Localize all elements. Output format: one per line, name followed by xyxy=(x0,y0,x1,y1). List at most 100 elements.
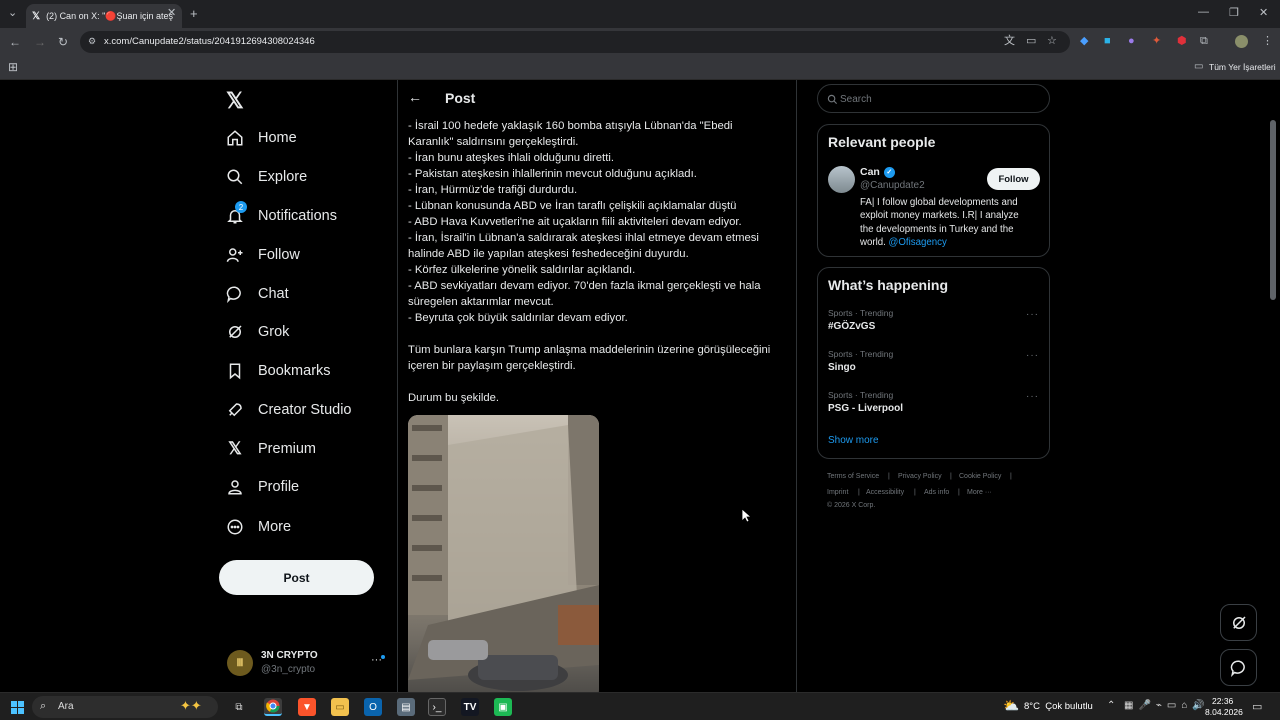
weather-text[interactable]: 8°C Çok bulutlu xyxy=(1024,701,1093,712)
clock-time[interactable]: 22:36 xyxy=(1212,696,1233,706)
footer-separator: | xyxy=(1010,473,1012,480)
footer-separator: | xyxy=(858,489,860,496)
footer-link[interactable]: More ··· xyxy=(967,489,992,496)
sidebar-item-chat[interactable]: Chat xyxy=(224,279,289,309)
minimize-icon[interactable]: — xyxy=(1198,7,1209,18)
account-switcher[interactable]: Ⅲ 3N CRYPTO @3n_crypto ··· xyxy=(227,650,387,680)
all-bookmarks-link[interactable]: Tüm Yer İşaretleri xyxy=(1209,62,1276,72)
bio-mention-link[interactable]: @Ofisagency xyxy=(889,237,947,248)
sidebar-item-follow[interactable]: Follow xyxy=(224,240,300,270)
grok-float-button[interactable] xyxy=(1220,604,1257,641)
card-title: Relevant people xyxy=(828,134,936,150)
sidebar-item-premium[interactable]: 𝕏 Premium xyxy=(224,434,316,464)
follow-button[interactable]: Follow xyxy=(987,168,1040,190)
trend-item[interactable]: Sports · Trending Singo ··· xyxy=(818,347,1049,383)
reload-icon[interactable]: ↻ xyxy=(58,36,68,48)
extension-icon-2[interactable]: ■ xyxy=(1104,36,1111,47)
tweet-line: - İran bunu ateşkes ihlali olduğunu dire… xyxy=(408,152,614,164)
footer-link[interactable]: Accessibility xyxy=(866,489,904,496)
close-tab-icon[interactable]: ✕ xyxy=(167,8,176,19)
avatar[interactable] xyxy=(828,166,855,193)
cast-icon[interactable]: ▭ xyxy=(1026,36,1036,47)
clock-date[interactable]: 8.04.2026 xyxy=(1205,707,1243,717)
page-scrollbar[interactable] xyxy=(1270,120,1276,300)
rocket-icon xyxy=(224,399,246,421)
x-logo-icon[interactable]: 𝕏 xyxy=(226,88,244,114)
trend-more-icon[interactable]: ··· xyxy=(1026,350,1039,361)
sidebar-item-profile[interactable]: Profile xyxy=(224,472,299,502)
address-bar[interactable]: ⚙ x.com/Canupdate2/status/20419126943080… xyxy=(80,31,1070,53)
trend-item[interactable]: Sports · Trending #GÖZvGS ··· xyxy=(818,306,1049,342)
sidebar-item-creator-studio[interactable]: Creator Studio xyxy=(224,395,352,425)
trend-item[interactable]: Sports · Trending PSG - Liverpool ··· xyxy=(818,388,1049,424)
windows-start-icon[interactable] xyxy=(8,698,26,716)
sidebar-item-bookmarks[interactable]: Bookmarks xyxy=(224,356,331,386)
footer-link[interactable]: Terms of Service xyxy=(827,473,879,480)
url-text: x.com/Canupdate2/status/2041912694308024… xyxy=(104,36,315,47)
extension-icon-5[interactable]: ⬢ xyxy=(1177,36,1187,47)
forward-icon[interactable]: → xyxy=(34,36,46,48)
tray-icons[interactable]: ▦🎤⌁▭⌂🔊 xyxy=(1124,700,1210,711)
brave-app-icon[interactable]: ▼ xyxy=(298,698,316,716)
show-more-link[interactable]: Show more xyxy=(828,435,879,446)
trend-category: Sports · Trending xyxy=(828,390,894,400)
taskbar: ⌕ Ara ✦✦ ⧉ ▼ ▭ O ▤ ›_ TV ▣ ⛅ 8°C Çok bul… xyxy=(0,692,1280,720)
new-tab-icon[interactable]: + xyxy=(190,7,198,20)
outlook-app-icon[interactable]: O xyxy=(364,698,382,716)
chrome-app-icon[interactable] xyxy=(264,698,282,716)
footer-link[interactable]: Ads info xyxy=(924,489,949,496)
person-handle: @Canupdate2 xyxy=(860,180,925,191)
footer-separator: | xyxy=(888,473,890,480)
trend-more-icon[interactable]: ··· xyxy=(1026,391,1039,402)
extension-icon-4[interactable]: ✦ xyxy=(1152,36,1161,47)
tab-search-icon[interactable]: ⌄ xyxy=(8,8,17,19)
tweet-line: - İsrail 100 hedefe yaklaşık 160 bomba a… xyxy=(408,120,733,132)
sidebar-item-notifications[interactable]: 2 Notifications xyxy=(224,201,337,231)
footer-link[interactable]: Imprint xyxy=(827,489,848,496)
back-arrow-icon[interactable]: ← xyxy=(408,89,422,105)
footer-link[interactable]: Cookie Policy xyxy=(959,473,1001,480)
sidebar-item-label: Notifications xyxy=(258,208,337,224)
tweet-line: - Körfez ülkelerine yönelik saldırılar a… xyxy=(408,264,636,276)
notification-center-icon[interactable]: ▭ xyxy=(1252,700,1262,713)
extensions-puzzle-icon[interactable]: ⧉ xyxy=(1200,36,1208,47)
site-info-icon[interactable]: ⚙ xyxy=(88,37,96,46)
taskbar-search[interactable]: ⌕ Ara ✦✦ xyxy=(32,696,218,718)
footer-link[interactable]: Privacy Policy xyxy=(898,473,942,480)
sidebar-item-label: More xyxy=(258,519,292,535)
messages-float-button[interactable] xyxy=(1220,649,1257,686)
chrome-menu-icon[interactable]: ⋮ xyxy=(1262,36,1273,47)
person-name[interactable]: Can ✓ xyxy=(860,166,895,178)
task-view-icon[interactable]: ⧉ xyxy=(230,698,248,716)
sidebar-item-explore[interactable]: Explore xyxy=(224,162,307,192)
search-input[interactable]: Search xyxy=(840,94,872,105)
browser-tab[interactable]: 𝕏 (2) Can on X: "🔴Şuan için ateş xyxy=(26,4,182,28)
app-icon-generic[interactable]: ▤ xyxy=(397,698,415,716)
account-name: 3N CRYPTO xyxy=(261,650,318,661)
tradingview-app-icon[interactable]: TV xyxy=(461,698,479,716)
sidebar-item-label: Explore xyxy=(258,169,308,185)
search-box[interactable]: Search xyxy=(817,84,1050,113)
tray-chevron-icon[interactable]: ⌃ xyxy=(1107,700,1115,711)
trend-more-icon[interactable]: ··· xyxy=(1026,309,1039,320)
back-icon[interactable]: ← xyxy=(9,36,21,48)
extension-icon-1[interactable]: ◆ xyxy=(1080,36,1088,47)
close-window-icon[interactable]: ✕ xyxy=(1259,8,1268,19)
apps-grid-icon[interactable]: ⊞ xyxy=(8,61,18,73)
file-explorer-icon[interactable]: ▭ xyxy=(331,698,349,716)
app-icon-green[interactable]: ▣ xyxy=(494,698,512,716)
tweet-media-image[interactable] xyxy=(408,415,599,692)
sidebar-item-more[interactable]: More xyxy=(224,512,291,542)
terminal-app-icon[interactable]: ›_ xyxy=(428,698,446,716)
post-button[interactable]: Post xyxy=(219,560,374,595)
whats-happening-card: What’s happening Sports · Trending #GÖZv… xyxy=(817,267,1050,459)
column-divider xyxy=(397,80,398,692)
bookmark-star-icon[interactable]: ☆ xyxy=(1047,36,1057,47)
profile-avatar-icon[interactable] xyxy=(1235,35,1248,48)
sidebar-item-home[interactable]: Home xyxy=(224,123,297,153)
footer-separator: | xyxy=(958,489,960,496)
restore-icon[interactable]: ❐ xyxy=(1229,8,1239,19)
translate-icon[interactable]: 文 xyxy=(1004,36,1015,47)
sidebar-item-grok[interactable]: Grok xyxy=(224,317,289,347)
extension-icon-3[interactable]: ● xyxy=(1128,36,1135,47)
